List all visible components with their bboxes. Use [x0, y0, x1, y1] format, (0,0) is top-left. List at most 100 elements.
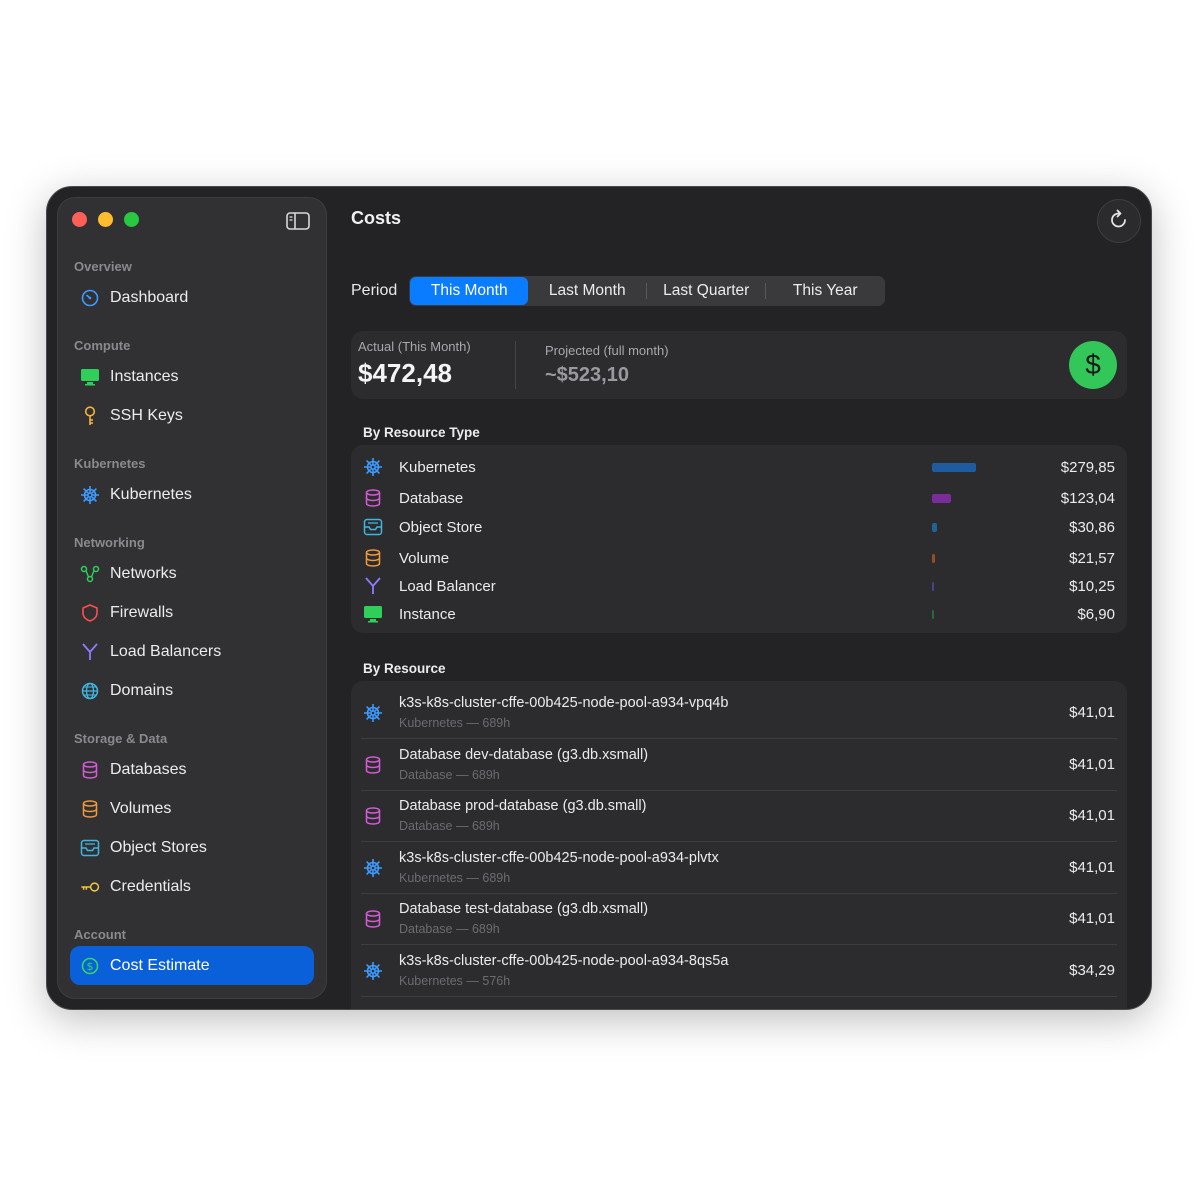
resource-type-name: Load Balancer: [399, 577, 496, 595]
by-resource-list: k3s-k8s-cluster-cffe-00b425-node-pool-a9…: [351, 681, 1127, 1009]
sidebar-item-kubernetes[interactable]: Kubernetes: [70, 475, 314, 514]
resource-type-amount: $123,04: [1060, 489, 1115, 507]
section-title-kubernetes: Kubernetes: [74, 456, 146, 471]
cylinder-icon: [80, 760, 100, 780]
resource-type-row: Instance $6,90: [351, 599, 1127, 629]
section-title-account: Account: [74, 927, 126, 942]
monitor-icon: [80, 367, 100, 387]
resource-type-row: Kubernetes $279,85: [351, 452, 1127, 482]
sidebar-item-credentials[interactable]: Credentials: [70, 867, 314, 906]
resource-name: Database test-database (g3.db.xsmall): [399, 901, 649, 918]
sidebar-item-load-balancers[interactable]: Load Balancers: [70, 632, 314, 671]
resource-row[interactable]: k3s-k8s-cluster-cffe-00b425-node-pool-a9…: [361, 842, 1117, 894]
actual-cost: Actual (This Month) $472,48: [358, 339, 471, 389]
resource-type-bar: [932, 462, 976, 472]
resource-name: k3s-k8s-cluster-cffe-00b425-node-pool-a9…: [399, 953, 729, 969]
resource-subtitle: Kubernetes — 576h: [399, 974, 511, 988]
resource-type-row: Volume $21,57: [351, 543, 1127, 573]
resource-amount: $41,01: [1069, 755, 1115, 773]
close-window-button[interactable]: [72, 212, 87, 227]
sidebar-item-label: Databases: [110, 760, 187, 778]
resource-type-amount: $21,57: [1069, 549, 1115, 567]
refresh-button[interactable]: [1097, 199, 1141, 243]
fork-icon: [80, 642, 100, 662]
sidebar-item-label: Volumes: [110, 799, 172, 817]
network-icon: [80, 564, 100, 584]
resource-subtitle: Database — 689h: [399, 922, 500, 937]
sidebar-item-databases[interactable]: Databases: [70, 750, 314, 789]
resource-type-row: Object Store $30,86: [351, 512, 1127, 542]
projected-cost-value: ~$523,10: [545, 364, 629, 386]
resource-type-amount: $30,86: [1069, 518, 1115, 536]
sidebar-item-object-stores[interactable]: Object Stores: [70, 828, 314, 867]
section-title-compute: Compute: [74, 338, 131, 353]
sidebar: Overview Dashboard Compute Instances SSH…: [57, 197, 327, 999]
sidebar-item-label: Cost Estimate: [110, 956, 210, 974]
zoom-window-button[interactable]: [124, 212, 139, 227]
resource-row[interactable]: Database test-database (g3.db.xsmall) Dat…: [361, 893, 1117, 946]
cylinder-icon: [363, 488, 383, 508]
projected-cost-label: Projected (full month): [545, 343, 669, 358]
cylinder-icon: [363, 806, 383, 826]
cylinder-icon: [363, 548, 383, 568]
helm-icon: [363, 703, 383, 723]
resource-type-row: Load Balancer $10,25: [351, 571, 1127, 601]
key-icon: [80, 405, 100, 426]
section-title-storage: Storage & Data: [74, 731, 168, 746]
period-this-month[interactable]: This Month: [410, 277, 529, 305]
period-this-year[interactable]: This Year: [766, 277, 884, 305]
sidebar-item-dashboard[interactable]: Dashboard: [70, 278, 314, 317]
resource-type-bar: [932, 553, 936, 563]
sidebar-toggle-icon[interactable]: [286, 212, 310, 230]
resource-type-name: Volume: [399, 549, 450, 567]
resource-subtitle: Database — 689h: [399, 819, 500, 834]
cost-summary-card: Actual (This Month) $472,48 Projected (f…: [351, 331, 1127, 399]
sidebar-item-firewalls[interactable]: Firewalls: [70, 593, 314, 632]
sidebar-item-volumes[interactable]: Volumes: [70, 789, 314, 828]
helm-icon: [363, 858, 383, 878]
sidebar-item-label: Domains: [110, 681, 174, 699]
tray-icon: [80, 838, 100, 858]
shield-icon: [80, 603, 100, 623]
resource-type-amount: $279,85: [1060, 458, 1115, 476]
period-selector: Period This Month Last Month Last Quarte…: [351, 276, 886, 306]
resource-name: k3s-k8s-cluster-cffe-00b425-node-pool-a9…: [399, 849, 719, 866]
resource-row[interactable]: Database prod-database (g3.db.small) Data…: [361, 790, 1117, 843]
sidebar-item-label: Dashboard: [110, 288, 189, 306]
resource-type-bar: [932, 493, 952, 503]
cylinder-icon: [363, 909, 383, 929]
period-last-month[interactable]: Last Month: [528, 277, 646, 305]
resource-name: Database dev-database (g3.db.xsmall): [399, 746, 649, 763]
resource-type-name: Database: [399, 489, 464, 507]
resource-name: k3s-k8s-cluster-cffe-00b425-node-pool-a9…: [399, 695, 729, 711]
sidebar-item-label: Instances: [110, 367, 179, 385]
tray-icon: [363, 517, 383, 537]
sidebar-item-label: Networks: [110, 564, 177, 582]
sidebar-item-label: Object Stores: [110, 838, 207, 856]
key-horizontal-icon: [80, 877, 100, 897]
sidebar-item-ssh-keys[interactable]: SSH Keys: [70, 396, 314, 435]
resource-row[interactable]: k3s-k8s-cluster-cffe-00b425-node-pool-a9…: [361, 945, 1117, 997]
sidebar-item-instances[interactable]: Instances: [70, 357, 314, 396]
resource-row[interactable]: k3s-k8s-cluster-cffe-00b425-node-pool-a9…: [361, 687, 1117, 739]
sidebar-item-cost-estimate[interactable]: $ Cost Estimate: [70, 946, 314, 985]
sidebar-item-networks[interactable]: Networks: [70, 554, 314, 593]
resource-subtitle: Kubernetes — 689h: [399, 870, 511, 885]
resource-row[interactable]: Database dev-database (g3.db.xsmall) Data…: [361, 739, 1117, 791]
section-title-overview: Overview: [74, 259, 132, 274]
helm-icon: [363, 961, 383, 981]
period-segmented-control: This Month Last Month Last Quarter This …: [409, 276, 886, 306]
period-label: Period: [351, 282, 398, 299]
cylinder-icon: [363, 755, 383, 775]
actual-cost-label: Actual (This Month): [358, 339, 471, 354]
main-content: Costs Period This Month Last Month Last …: [337, 187, 1151, 1009]
actual-cost-value: $472,48: [358, 358, 452, 388]
dollar-icon: $: [1069, 341, 1117, 389]
resource-type-amount: $6,90: [1077, 605, 1115, 623]
minimize-window-button[interactable]: [98, 212, 113, 227]
resource-amount: $41,01: [1069, 704, 1115, 721]
sidebar-item-domains[interactable]: Domains: [70, 671, 314, 710]
period-last-quarter[interactable]: Last Quarter: [647, 277, 765, 305]
globe-icon: [80, 681, 100, 701]
resource-subtitle: Database — 689h: [399, 767, 500, 782]
